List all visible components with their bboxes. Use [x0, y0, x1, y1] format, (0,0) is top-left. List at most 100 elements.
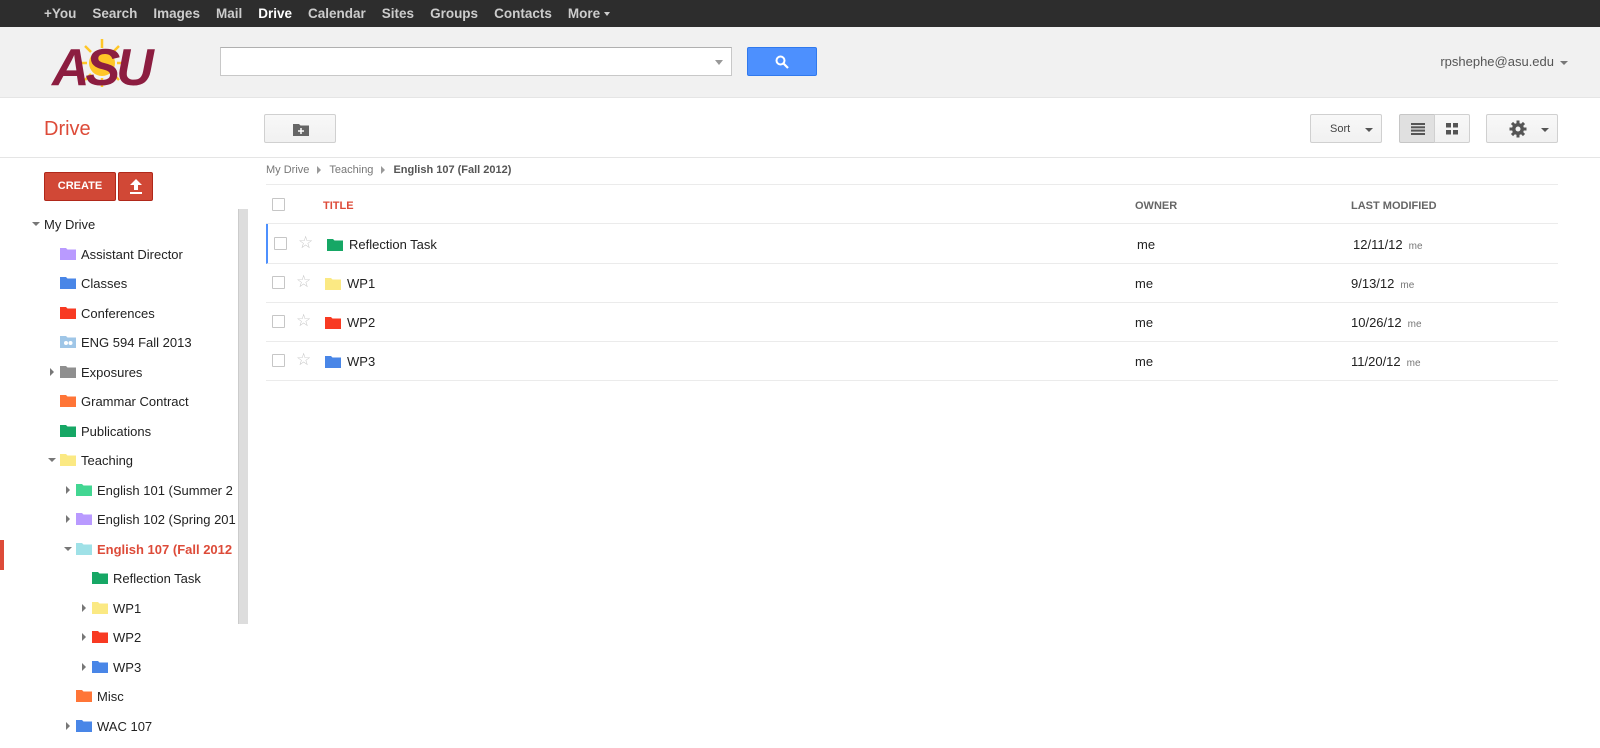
folder-tree-label: English 101 (Summer 2 — [97, 482, 233, 498]
nav-mail[interactable]: Mail — [208, 0, 250, 27]
folder-tree-label: Reflection Task — [113, 571, 201, 586]
file-name[interactable]: WP2 — [347, 315, 375, 330]
folder-tree-item[interactable]: English 101 (Summer 2 — [0, 475, 238, 505]
folder-tree-item[interactable]: WP3 — [0, 652, 238, 682]
chevron-down-icon — [1541, 128, 1549, 132]
column-header-last-modified[interactable]: LAST MODIFIED — [1351, 200, 1437, 212]
column-header-owner[interactable]: OWNER — [1135, 200, 1177, 212]
expand-down-icon[interactable] — [48, 458, 56, 462]
gear-icon — [1509, 120, 1527, 138]
table-row[interactable]: ☆ Reflection Task me 12/11/12 me — [266, 224, 1558, 264]
search-options-dropdown-icon[interactable] — [715, 60, 723, 65]
new-folder-button[interactable] — [264, 114, 336, 143]
star-icon[interactable]: ☆ — [296, 351, 311, 368]
folder-tree-item[interactable]: Teaching — [0, 445, 238, 475]
folder-tree-item[interactable]: Conferences — [0, 298, 238, 328]
nav-you[interactable]: +You — [36, 0, 84, 27]
nav-label: Calendar — [308, 6, 366, 21]
table-row[interactable]: ☆ WP3 me 11/20/12 me — [266, 341, 1558, 381]
folder-tree-item[interactable]: Classes — [0, 268, 238, 298]
settings-button[interactable] — [1486, 114, 1558, 143]
folder-tree-item[interactable]: WP2 — [0, 622, 238, 652]
file-name[interactable]: WP3 — [347, 354, 375, 369]
star-icon[interactable]: ☆ — [296, 273, 311, 290]
expand-right-icon[interactable] — [66, 485, 70, 494]
list-view-button[interactable] — [1399, 114, 1435, 143]
nav-label: +You — [44, 6, 77, 21]
nav-sites[interactable]: Sites — [374, 0, 422, 27]
nav-calendar[interactable]: Calendar — [300, 0, 374, 27]
nav-search[interactable]: Search — [84, 0, 145, 27]
column-header-title[interactable]: TITLE — [323, 200, 354, 212]
file-name[interactable]: Reflection Task — [349, 237, 437, 252]
file-owner: me — [1135, 315, 1154, 330]
folder-tree-item[interactable]: Assistant Director — [0, 239, 238, 269]
folder-tree: My Drive Assistant Director Classes Confere… — [0, 209, 238, 748]
create-button[interactable]: CREATE — [44, 172, 116, 201]
search-button[interactable] — [747, 47, 817, 76]
folder-tree-item[interactable]: WAC 107 — [0, 711, 238, 741]
folder-tree-item[interactable]: ENG 594 Fall 2013 — [0, 327, 238, 357]
folder-tree-item[interactable]: Misc — [0, 681, 238, 711]
expand-down-icon[interactable] — [32, 222, 40, 226]
upload-button[interactable] — [118, 172, 153, 201]
expand-right-icon[interactable] — [82, 662, 86, 671]
folder-tree-scrollbar[interactable] — [238, 209, 248, 624]
nav-label: Groups — [430, 6, 479, 21]
breadcrumb-link[interactable]: Teaching — [329, 164, 373, 176]
expand-down-icon[interactable] — [64, 546, 72, 551]
star-icon[interactable]: ☆ — [296, 312, 311, 329]
file-list-header: TITLE OWNER LAST MODIFIED — [266, 184, 1558, 224]
folder-tree-item[interactable]: Publications — [0, 416, 238, 446]
folder-icon — [60, 306, 76, 319]
folder-tree-label: Misc — [97, 689, 124, 704]
folder-tree-label: Publications — [81, 423, 152, 439]
folder-tree-label: Conferences — [81, 305, 155, 321]
account-menu[interactable]: rpshephe@asu.edu — [1440, 54, 1568, 69]
folder-icon — [76, 689, 92, 702]
folder-tree-item[interactable]: My Drive — [0, 209, 238, 239]
expand-right-icon[interactable] — [82, 633, 86, 641]
list-view-icon — [1411, 123, 1425, 135]
expand-right-icon[interactable] — [82, 603, 86, 612]
nav-contacts[interactable]: Contacts — [486, 0, 560, 27]
breadcrumb-link[interactable]: My Drive — [266, 164, 309, 176]
folder-tree-item[interactable]: Grammar Contract — [0, 386, 238, 416]
nav-drive[interactable]: Drive — [250, 0, 300, 27]
table-row[interactable]: ☆ WP2 me 10/26/12 me — [266, 302, 1558, 342]
folder-tree-item[interactable]: Exposures — [0, 357, 238, 387]
search-input[interactable] — [221, 48, 691, 75]
select-all-checkbox[interactable] — [272, 198, 285, 211]
row-checkbox[interactable] — [274, 237, 287, 250]
nav-groups[interactable]: Groups — [422, 0, 486, 27]
folder-tree-label: Assistant Director — [81, 246, 183, 262]
folder-icon — [92, 601, 108, 614]
expand-right-icon[interactable] — [66, 515, 70, 523]
folder-tree-label: English 107 (Fall 2012 — [97, 541, 233, 557]
folder-tree-label: WP1 — [113, 600, 142, 616]
nav-images[interactable]: Images — [145, 0, 208, 27]
file-last-modified: 10/26/12 me — [1351, 315, 1422, 330]
file-name[interactable]: WP1 — [347, 276, 375, 291]
folder-icon — [60, 453, 76, 466]
folder-tree-item[interactable]: Reflection Task — [0, 563, 238, 593]
grid-view-button[interactable] — [1434, 114, 1470, 143]
folder-tree-item[interactable]: WP1 — [0, 593, 238, 623]
modified-date: 11/20/12 — [1351, 354, 1401, 369]
folder-tree-item[interactable]: English 107 (Fall 2012 — [0, 534, 238, 564]
row-checkbox[interactable] — [272, 315, 285, 328]
expand-right-icon[interactable] — [50, 367, 54, 376]
asu-logo[interactable]: ASU — [50, 35, 180, 97]
star-icon[interactable]: ☆ — [298, 234, 313, 251]
row-checkbox[interactable] — [272, 354, 285, 367]
folder-icon — [92, 660, 108, 673]
nav-more[interactable]: More — [560, 0, 618, 27]
expand-right-icon[interactable] — [66, 721, 70, 730]
modified-by: me — [1407, 319, 1422, 330]
sort-button[interactable]: Sort — [1310, 114, 1382, 143]
table-row[interactable]: ☆ WP1 me 9/13/12 me — [266, 263, 1558, 303]
row-checkbox[interactable] — [272, 276, 285, 289]
modified-by: me — [1406, 358, 1421, 369]
folder-tree-item[interactable]: English 102 (Spring 201 — [0, 504, 238, 534]
folder-icon — [327, 238, 343, 251]
